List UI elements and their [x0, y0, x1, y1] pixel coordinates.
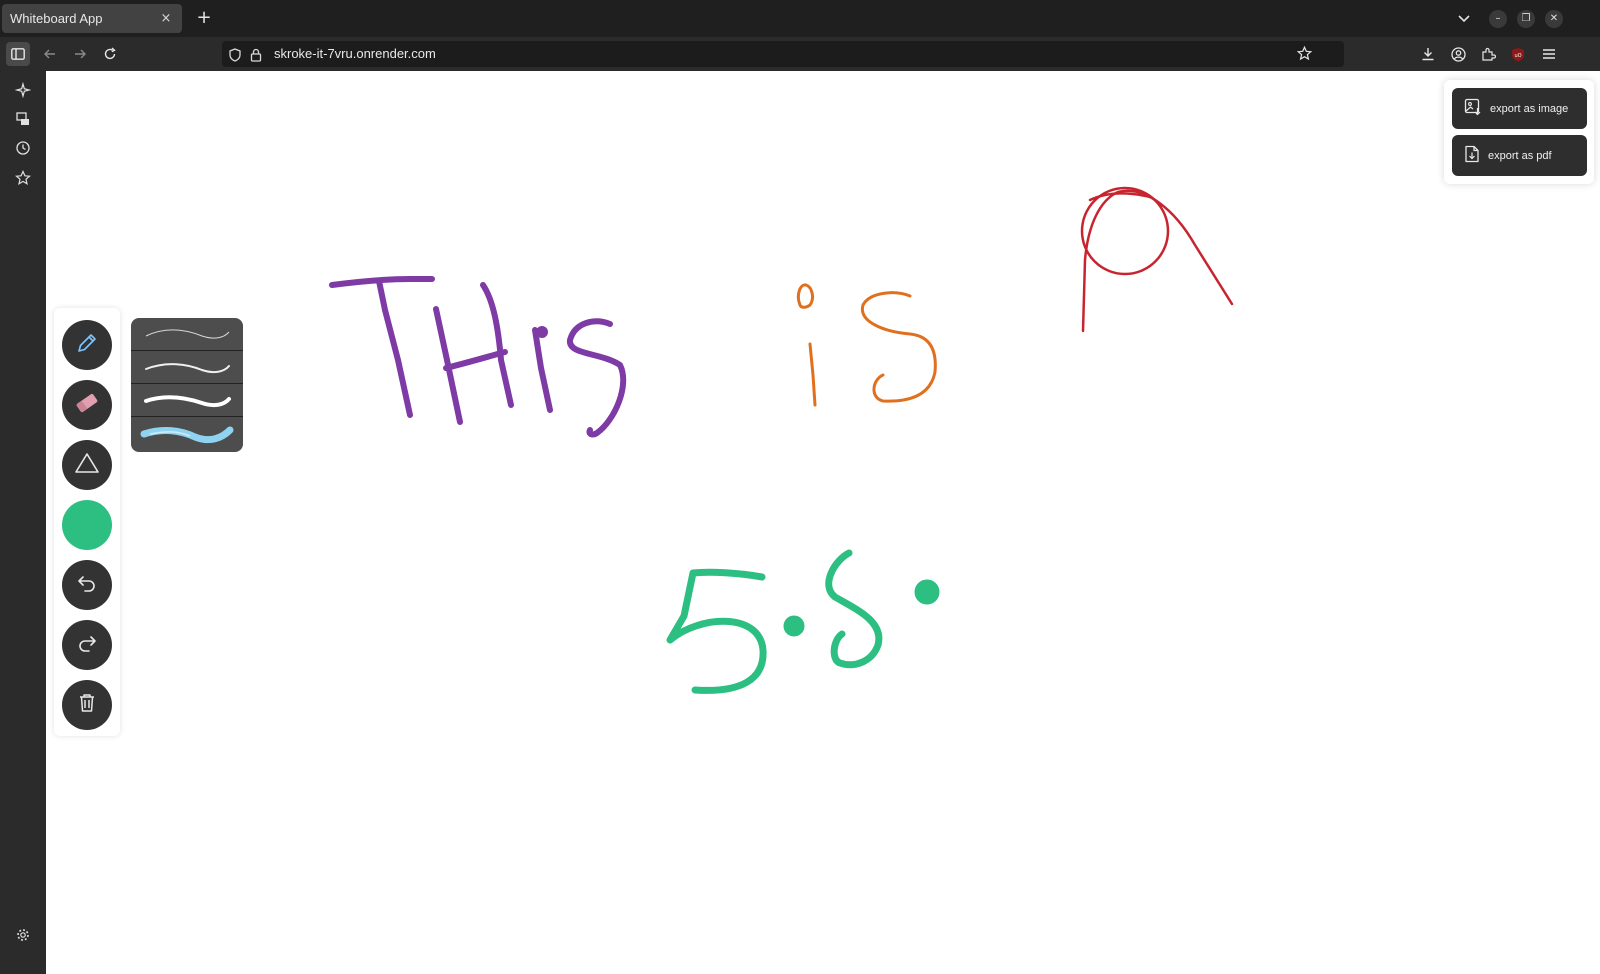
- export-pdf-button[interactable]: export as pdf: [1452, 135, 1587, 176]
- ublock-icon[interactable]: uO: [1506, 42, 1530, 66]
- url-text[interactable]: skroke-it-7vru.onrender.com: [274, 46, 436, 61]
- pencil-tool-button[interactable]: [62, 320, 112, 370]
- drawing-5-5: [666, 549, 940, 694]
- extensions-icon[interactable]: [1476, 42, 1500, 66]
- new-tab-button[interactable]: +: [193, 7, 215, 29]
- drawing-this: [329, 276, 627, 438]
- triangle-icon: [74, 451, 100, 479]
- bookmarks-star-icon[interactable]: [12, 167, 34, 189]
- stroke-option-thick[interactable]: [131, 384, 243, 417]
- undo-icon: [76, 572, 98, 598]
- browser-sidebar: [0, 71, 46, 974]
- drawing-a: [1080, 186, 1234, 333]
- export-pdf-label: export as pdf: [1488, 149, 1552, 162]
- stroke-option-brush[interactable]: [131, 417, 243, 450]
- drawing-toolbar: [54, 308, 120, 736]
- export-image-label: export as image: [1490, 102, 1569, 115]
- undo-button[interactable]: [62, 560, 112, 610]
- sidebar-toggle-icon[interactable]: [6, 42, 30, 66]
- shield-icon[interactable]: [228, 47, 242, 66]
- ai-sparkle-icon[interactable]: [12, 79, 34, 101]
- stroke-width-panel: [131, 318, 243, 452]
- synced-tabs-icon[interactable]: [12, 108, 34, 130]
- file-download-icon: [1464, 145, 1480, 167]
- freehand-drawing-layer: [329, 186, 1234, 694]
- clear-canvas-button[interactable]: [62, 680, 112, 730]
- account-icon[interactable]: [1446, 42, 1470, 66]
- close-window-button[interactable]: ✕: [1545, 10, 1563, 28]
- minimize-button[interactable]: –: [1489, 10, 1507, 28]
- downloads-icon[interactable]: [1416, 42, 1440, 66]
- tab-close-icon[interactable]: ×: [158, 11, 174, 26]
- tab-list-chevron-icon[interactable]: [1454, 9, 1474, 29]
- color-picker-button[interactable]: [62, 500, 112, 550]
- export-image-button[interactable]: export as image: [1452, 88, 1587, 129]
- eraser-tool-button[interactable]: [62, 380, 112, 430]
- eraser-icon: [74, 390, 100, 420]
- svg-text:uO: uO: [1514, 53, 1521, 59]
- browser-nav-bar: skroke-it-7vru.onrender.com uO: [0, 37, 1600, 71]
- image-download-icon: [1464, 98, 1482, 120]
- maximize-button[interactable]: ❐: [1517, 10, 1535, 28]
- stroke-option-thin[interactable]: [131, 318, 243, 351]
- bookmark-star-icon[interactable]: [1296, 45, 1313, 65]
- lock-icon[interactable]: [250, 47, 262, 66]
- reload-icon[interactable]: [98, 42, 122, 66]
- forward-arrow-icon[interactable]: [68, 42, 92, 66]
- sidebar-settings-gear-icon[interactable]: [12, 924, 34, 946]
- history-clock-icon[interactable]: [12, 137, 34, 159]
- pencil-icon: [75, 331, 99, 359]
- menu-hamburger-icon[interactable]: [1537, 42, 1561, 66]
- drawing-is: [796, 283, 937, 407]
- redo-button[interactable]: [62, 620, 112, 670]
- stroke-option-medium[interactable]: [131, 351, 243, 384]
- shape-tool-button[interactable]: [62, 440, 112, 490]
- back-arrow-icon[interactable]: [38, 42, 62, 66]
- tab-title: Whiteboard App: [10, 11, 103, 26]
- whiteboard-canvas[interactable]: [46, 71, 1600, 974]
- url-bar[interactable]: skroke-it-7vru.onrender.com: [222, 41, 1344, 67]
- browser-tab[interactable]: Whiteboard App ×: [2, 4, 182, 33]
- browser-tab-bar: Whiteboard App × + – ❐ ✕: [0, 0, 1600, 37]
- redo-icon: [76, 632, 98, 658]
- trash-icon: [77, 692, 97, 718]
- export-menu: export as image export as pdf: [1444, 80, 1594, 184]
